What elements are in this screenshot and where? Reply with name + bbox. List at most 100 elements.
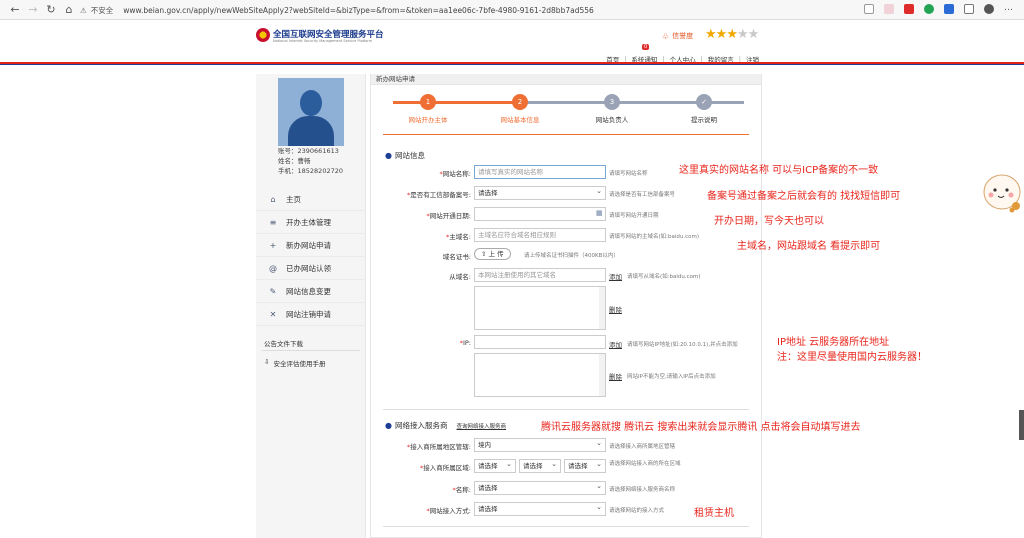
browser-toolbar: ← → ↻ ⌂ ⚠ 不安全 www.beian.gov.cn/apply/new… [0, 0, 1024, 20]
credit-rating: ♧ 信誉度 [662, 31, 693, 41]
open-date-label: *网站开通日期: [426, 212, 471, 220]
section-divider [383, 409, 749, 410]
isp-section: ● 网络接入服务商 查询网络接入服务商 [385, 420, 506, 431]
refresh-icon[interactable]: ↻ [42, 1, 60, 19]
sidebar: 账号：2390661613 姓名：曹畅 手机：18528202720 ⌂ 主页 ≡… [256, 74, 366, 538]
url-text: www.beian.gov.cn/apply/newWebSiteApply2?… [123, 5, 594, 15]
cert-label: 域名证书: [442, 253, 471, 261]
section-title: 网络接入服务商 [394, 421, 448, 430]
notice-download-link[interactable]: ⇩ 安全评估使用手册 [264, 358, 325, 368]
icp-label: *是否有工信部备案号: [407, 191, 471, 199]
sub-domain-hint: 请填写从域名(如:baidu.com) [627, 274, 701, 280]
user-account: 账号：2390661613 [278, 147, 339, 155]
plus-icon: + [269, 240, 277, 250]
sidebar-item-cancel[interactable]: ✕ 网站注销申请 [256, 303, 366, 326]
notify-badge: 0 [642, 44, 650, 50]
notice-item-label: 安全评估使用手册 [273, 360, 326, 368]
isp-name-label: *名称: [452, 486, 471, 494]
isp-method-label: *网站接入方式: [426, 507, 471, 515]
close-icon: ✕ [269, 309, 277, 319]
forward-icon[interactable]: → [24, 1, 42, 19]
site-info-section: ● 网站信息 [385, 150, 425, 161]
progress-steps: 1 2 3 ✓ 网站开办主体 网站基本信息 网站负责人 提示说明 [383, 94, 751, 134]
step-3-dot: 3 [604, 94, 620, 110]
bullet-icon: ● [385, 421, 392, 430]
extension-icon[interactable] [884, 4, 894, 14]
star-icon: ★ [705, 27, 717, 42]
icp-hint: 请选择是否有工信部备案号 [609, 192, 676, 198]
home-icon: ⌂ [270, 194, 276, 204]
step-1-label: 网站开办主体 [408, 116, 448, 124]
scrollbar-handle[interactable] [1019, 410, 1024, 440]
sidebar-item-label: 网站注销申请 [286, 309, 331, 319]
isp-district-select[interactable]: 请选择 [564, 458, 606, 473]
isp-city-select[interactable]: 请选择 [519, 458, 561, 473]
icp-select[interactable]: 请选择 [474, 185, 606, 200]
sidebar-item-label: 已办网站认领 [286, 263, 331, 273]
download-icon: ⇩ [264, 358, 270, 366]
isp-region-hint: 请选择接入商所属地区管辖 [609, 444, 676, 450]
steps-divider [383, 134, 749, 135]
open-date-input[interactable] [474, 207, 606, 221]
isp-area-label: *接入商所属区域: [420, 464, 471, 472]
annotation-hosting: 租赁主机 [694, 508, 734, 519]
isp-method-hint: 请选择网站的接入方式 [609, 508, 665, 514]
mascot-sticker [983, 174, 1021, 213]
isp-area-hint: 请选择网站接入商的所在区域 [609, 461, 681, 467]
sidebar-item-new-site[interactable]: + 新办网站申请 [256, 234, 366, 257]
sidebar-item-label: 网站信息变更 [286, 286, 331, 296]
sidebar-item-label: 主页 [286, 194, 301, 204]
sidebar-item-entity[interactable]: ≡ 开办主体管理 [256, 211, 366, 234]
sidebar-item-change[interactable]: ✎ 网站信息变更 [256, 280, 366, 303]
extension-icon[interactable] [944, 4, 954, 14]
list-icon: ≡ [269, 217, 277, 227]
ip-delete-link[interactable]: 删除 [609, 371, 622, 381]
sidebar-item-claim[interactable]: @ 已办网站认领 [256, 257, 366, 280]
isp-method-select[interactable]: 请选择 [474, 501, 606, 516]
sub-domain-delete-link[interactable]: 删除 [609, 304, 622, 314]
isp-province-select[interactable]: 请选择 [474, 458, 516, 473]
sub-domain-label: 从域名: [449, 273, 471, 281]
annotation-isp: 腾讯云服务器就搜 腾讯云 搜索出来就会显示腾讯 点击将会自动填写进去 [541, 422, 861, 433]
notice-divider [262, 350, 360, 351]
upload-button[interactable]: ⇧ 上 传 [474, 248, 511, 260]
site-name-label: *网站名称: [439, 170, 471, 178]
address-bar[interactable]: ⚠ 不安全 www.beian.gov.cn/apply/newWebSiteA… [80, 3, 850, 17]
sidebar-item-home[interactable]: ⌂ 主页 [256, 188, 366, 211]
isp-region-select[interactable]: 境内 [474, 437, 606, 452]
sidebar-item-label: 开办主体管理 [286, 217, 331, 227]
ip-delete-hint: 网站IP不能为空,请输入IP后点击添加 [627, 374, 716, 380]
notice-title: 公告文件下载 [264, 340, 303, 348]
home-icon[interactable]: ⌂ [60, 1, 78, 19]
isp-name-select[interactable]: 请选择 [474, 480, 606, 495]
domain-input[interactable]: 主域名应符合域名相应规则 [474, 228, 606, 242]
site-name-input[interactable]: 请填写真实的网站名称 [474, 165, 606, 179]
step-4-label: 提示说明 [691, 116, 717, 124]
section-title: 网站信息 [394, 151, 425, 160]
main-panel: 新办网站申请 1 2 3 ✓ 网站开办主体 网站基本信息 网站负责人 提示说明 … [370, 74, 762, 538]
star-icon[interactable] [864, 4, 874, 14]
step-2-label: 网站基本信息 [500, 116, 540, 124]
back-icon[interactable]: ← [6, 1, 24, 19]
isp-query-link[interactable]: 查询网络接入服务商 [456, 422, 506, 430]
ip-input[interactable] [474, 335, 606, 349]
extension-icon[interactable] [924, 4, 934, 14]
profile-avatar[interactable] [984, 4, 994, 14]
user-phone: 手机：18528202720 [278, 167, 343, 175]
annotation-site-name: 这里真实的网站名称 可以与ICP备案的不一致 [679, 165, 879, 176]
insecure-label: 不安全 [90, 5, 114, 15]
domain-label: *主域名: [446, 233, 471, 241]
extension-icon[interactable] [904, 4, 914, 14]
more-icon[interactable]: … [1004, 4, 1014, 14]
open-date-hint: 请填写网站开通日期 [609, 213, 659, 219]
ip-list[interactable] [474, 353, 606, 397]
annotation-ip: IP地址 云服务器所在地址 [777, 337, 890, 348]
ip-add-link[interactable]: 添加 [609, 339, 622, 349]
collections-icon[interactable] [964, 4, 974, 14]
sub-domain-list[interactable] [474, 286, 606, 330]
user-info: 账号：2390661613 姓名：曹畅 手机：18528202720 [278, 146, 343, 176]
sub-domain-add-link[interactable]: 添加 [609, 271, 622, 281]
calendar-icon[interactable]: ▦ [596, 209, 603, 217]
sub-domain-input[interactable]: 本网站注册使用的其它域名 [474, 268, 606, 282]
sidebar-item-label: 新办网站申请 [286, 240, 331, 250]
